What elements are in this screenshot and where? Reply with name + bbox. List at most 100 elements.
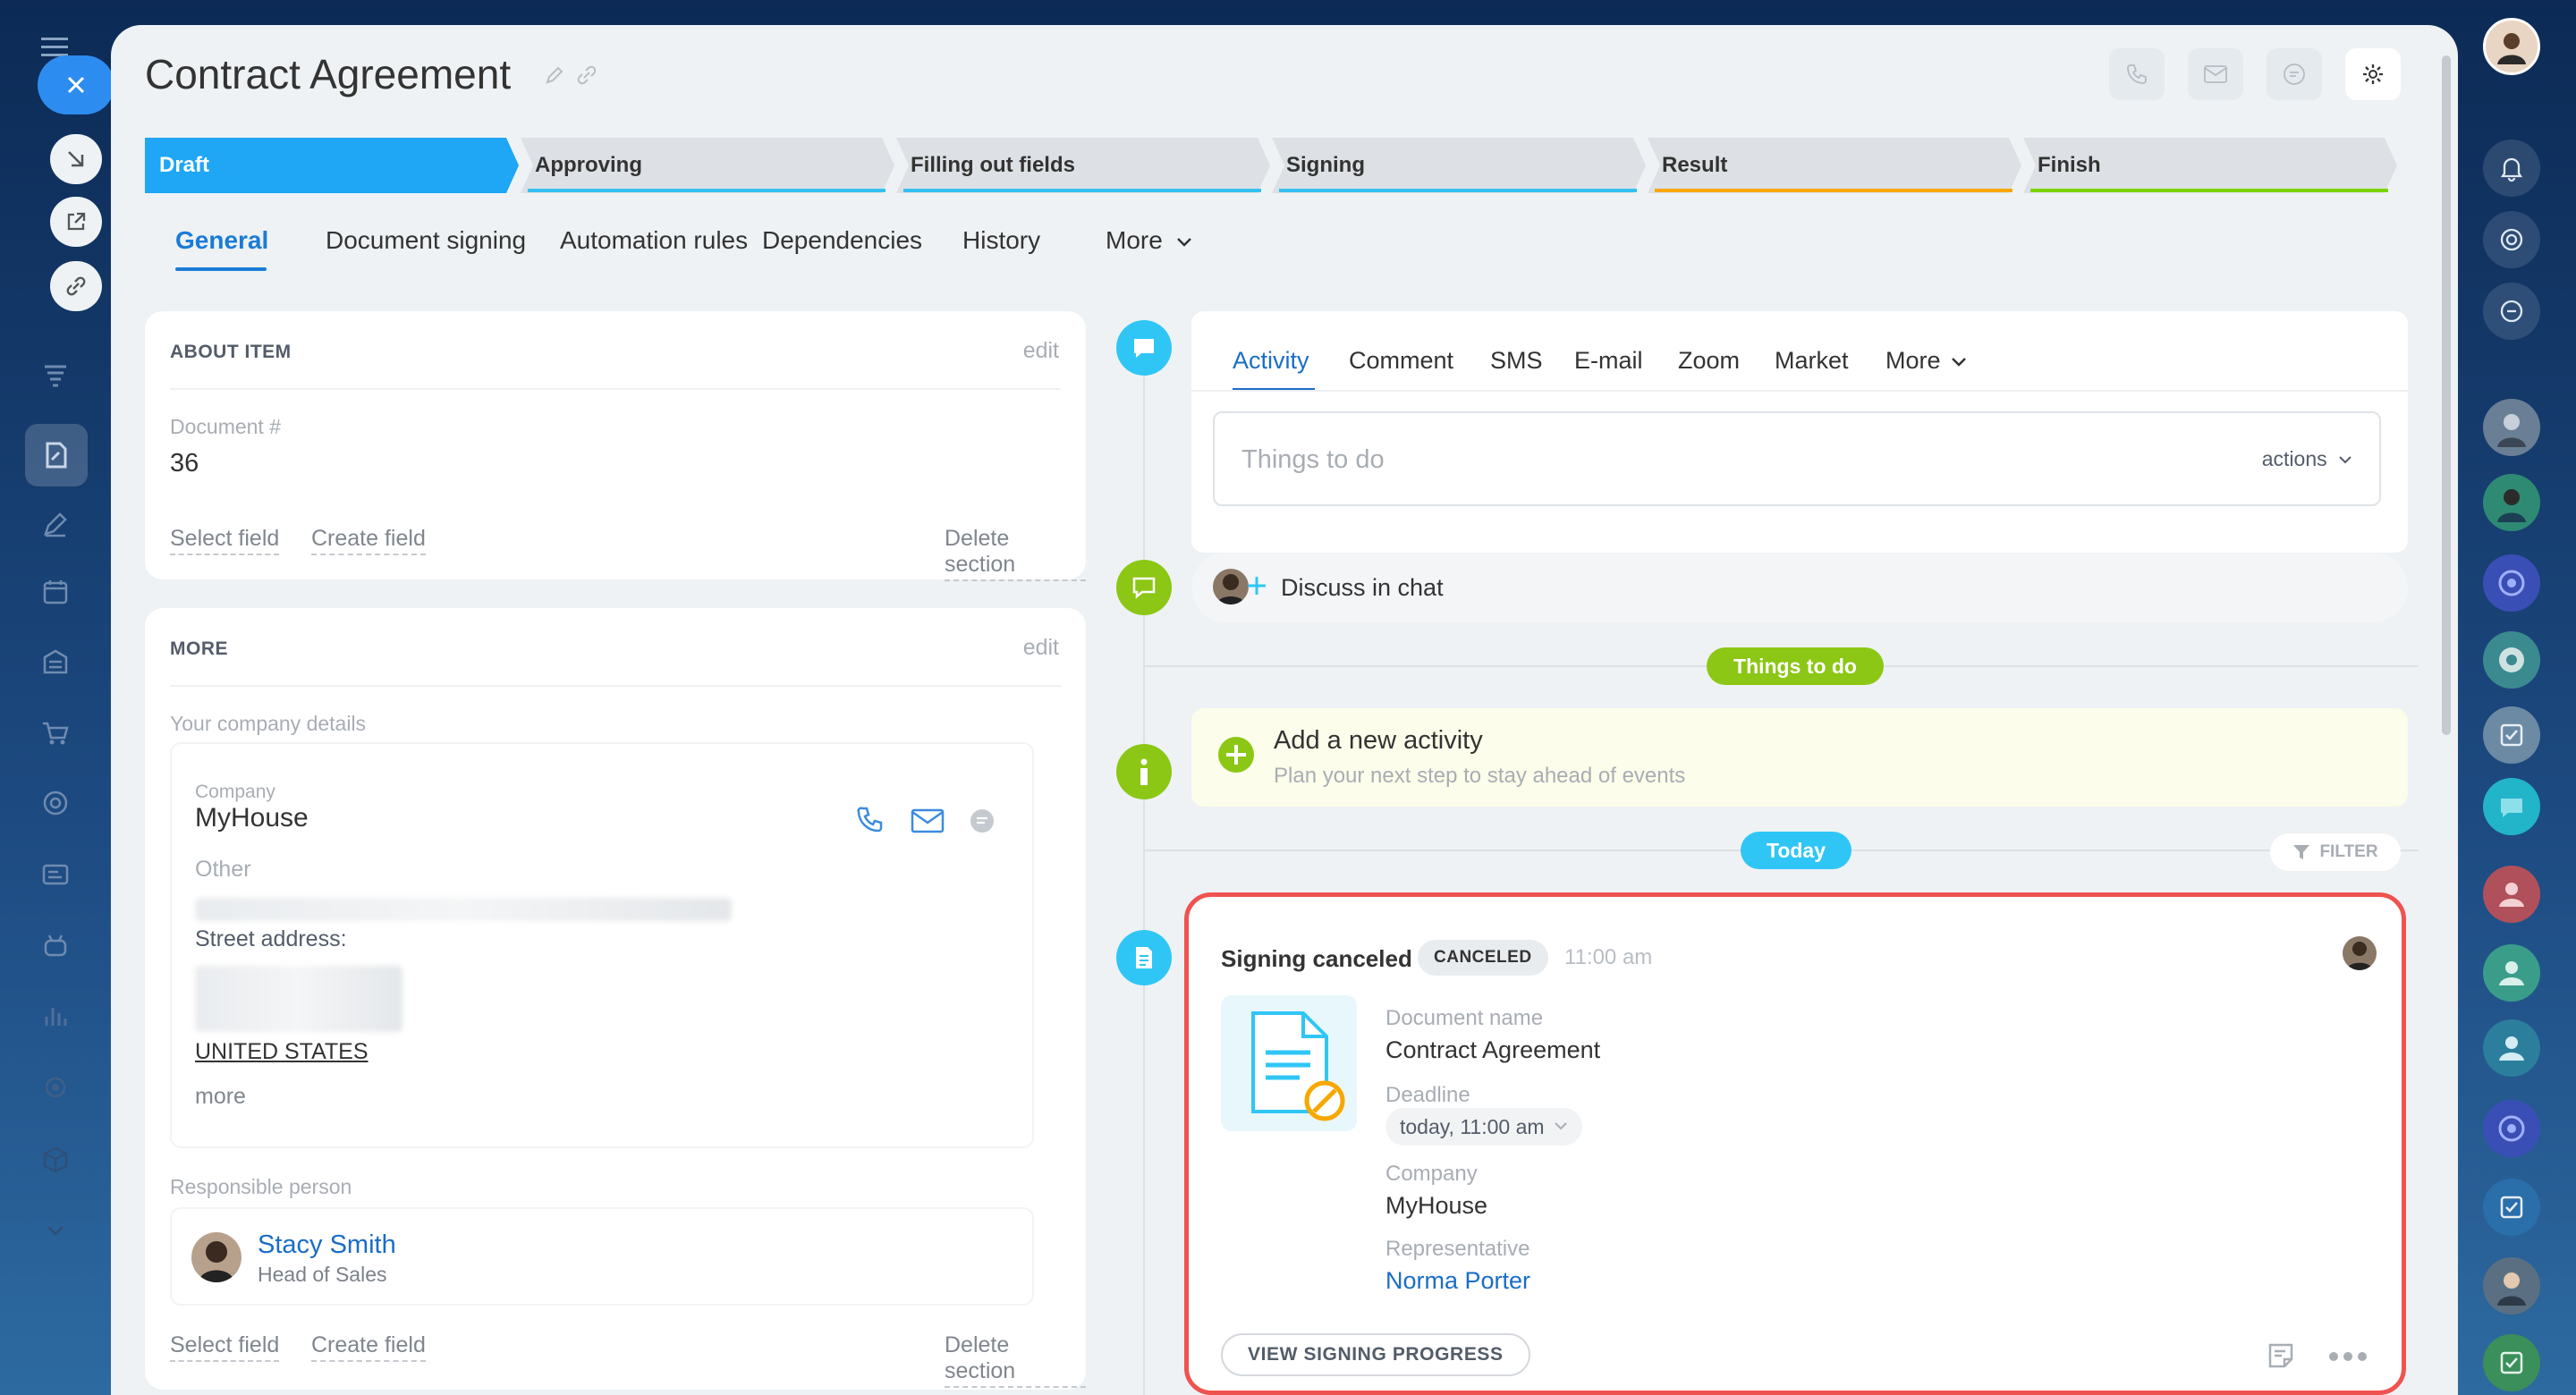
robot-icon[interactable]	[32, 923, 79, 969]
settings-sidebar-icon[interactable]	[32, 1064, 79, 1111]
stage-result[interactable]: Result	[1648, 138, 2021, 193]
openline-icon-2[interactable]	[2483, 1100, 2540, 1157]
representative-name[interactable]: Norma Porter	[1385, 1267, 1530, 1295]
tab-more[interactable]: More	[1106, 226, 1193, 255]
chat-search-icon[interactable]	[2483, 283, 2540, 340]
email-button[interactable]	[2188, 48, 2243, 100]
mail-icon[interactable]	[911, 808, 945, 833]
scrollbar[interactable]	[2442, 55, 2451, 735]
tab-general[interactable]: General	[175, 226, 268, 255]
create-field-link[interactable]: Create field	[311, 1332, 426, 1362]
calendar-icon[interactable]	[32, 569, 79, 615]
document-thumbnail	[1221, 995, 1357, 1131]
minimize-button[interactable]	[50, 134, 102, 184]
stage-draft[interactable]: Draft	[145, 138, 519, 193]
discuss-in-chat-row[interactable]: Discuss in chat	[1191, 553, 2408, 622]
add-activity-row[interactable]: Add a new activity Plan your next step t…	[1191, 708, 2408, 807]
deadline-value: today, 11:00 am	[1400, 1114, 1545, 1138]
delete-section-link[interactable]: Delete section	[945, 1332, 1086, 1388]
company-label: Company	[1385, 1162, 1478, 1186]
tasks-icon-2[interactable]	[2483, 1179, 2540, 1236]
chevron-down-icon[interactable]	[32, 1207, 79, 1254]
activity-tab-comment[interactable]: Comment	[1349, 347, 1453, 375]
divider	[1191, 390, 2408, 392]
group-chat-avatar-3[interactable]	[2483, 1019, 2540, 1077]
openline-icon[interactable]	[2483, 554, 2540, 612]
stage-filling-out-fields[interactable]: Filling out fields	[896, 138, 1270, 193]
note-icon[interactable]	[2266, 1340, 2296, 1371]
actions-dropdown[interactable]: actions	[2262, 447, 2352, 471]
activity-editor: Activity Comment SMS E-mail Zoom Market …	[1191, 311, 2408, 553]
target-icon[interactable]	[2483, 211, 2540, 268]
more-link[interactable]: more	[195, 1084, 246, 1110]
target-icon[interactable]	[32, 780, 79, 826]
things-to-do-input[interactable]: Things to do actions	[1213, 411, 2381, 506]
activity-tab-market[interactable]: Market	[1775, 347, 1849, 375]
edit-link[interactable]: edit	[1023, 338, 1059, 364]
link-icon[interactable]	[576, 64, 597, 86]
deadline-dropdown[interactable]: today, 11:00 am	[1385, 1108, 1582, 1146]
responsible-person-label: Responsible person	[170, 1175, 352, 1198]
activity-tab-zoom[interactable]: Zoom	[1678, 347, 1740, 375]
more-options-icon[interactable]	[2328, 1351, 2368, 1362]
tasks-icon-3[interactable]	[2483, 1334, 2540, 1391]
divider	[170, 685, 1061, 687]
settings-button[interactable]	[2345, 48, 2401, 100]
open-new-window-button[interactable]	[50, 197, 102, 247]
tasks-icon[interactable]	[2483, 706, 2540, 764]
copy-link-button[interactable]	[50, 261, 102, 311]
activity-tab-more[interactable]: More	[1885, 347, 1968, 375]
avatar[interactable]	[191, 1232, 242, 1282]
contact-avatar-2[interactable]	[2483, 474, 2540, 531]
menu-icon[interactable]	[41, 38, 68, 57]
person-name[interactable]: Stacy Smith	[258, 1230, 396, 1260]
chat-button[interactable]	[2267, 48, 2322, 100]
funnel-icon[interactable]	[32, 352, 79, 399]
country-value[interactable]: UNITED STATES	[195, 1039, 369, 1065]
storage-icon[interactable]	[32, 638, 79, 685]
activity-dot	[1116, 320, 1172, 376]
document-dot	[1116, 930, 1172, 985]
contacts-icon[interactable]	[32, 851, 79, 898]
cart-icon[interactable]	[32, 710, 79, 757]
group-chat-avatar-1[interactable]	[2483, 866, 2540, 923]
contact-avatar-3[interactable]	[2483, 1257, 2540, 1315]
create-field-link[interactable]: Create field	[311, 526, 426, 555]
tab-dependencies[interactable]: Dependencies	[762, 226, 922, 255]
activity-tab-sms[interactable]: SMS	[1490, 347, 1543, 375]
stage-approving[interactable]: Approving	[521, 138, 894, 193]
view-signing-progress-button[interactable]: VIEW SIGNING PROGRESS	[1221, 1333, 1530, 1376]
tab-document-signing[interactable]: Document signing	[326, 226, 526, 255]
close-button[interactable]	[38, 55, 114, 114]
delete-section-link[interactable]: Delete section	[945, 526, 1086, 581]
select-field-link[interactable]: Select field	[170, 526, 280, 555]
tab-history[interactable]: History	[962, 226, 1040, 255]
notifications-icon[interactable]	[2483, 140, 2540, 197]
tab-automation-rules[interactable]: Automation rules	[560, 226, 748, 255]
filter-button[interactable]: FILTER	[2270, 833, 2401, 871]
edit-title-icon[interactable]	[544, 64, 565, 86]
stage-finish[interactable]: Finish	[2023, 138, 2397, 193]
phone-icon[interactable]	[855, 805, 886, 835]
activity-tab-activity[interactable]: Activity	[1233, 347, 1309, 375]
chat-icon[interactable]	[968, 807, 996, 835]
timeline-line	[1143, 356, 1145, 1395]
tab-more-label: More	[1106, 226, 1163, 254]
person-role: Head of Sales	[258, 1263, 387, 1286]
contact-avatar-1[interactable]	[2483, 399, 2540, 456]
analytics-icon[interactable]	[32, 993, 79, 1039]
stage-signing[interactable]: Signing	[1272, 138, 1646, 193]
call-button[interactable]	[2109, 48, 2165, 100]
user-avatar[interactable]	[2483, 18, 2540, 75]
group-avatar[interactable]	[2483, 631, 2540, 689]
chat-icon[interactable]	[2483, 778, 2540, 835]
box-icon[interactable]	[32, 1136, 79, 1182]
edit-link[interactable]: edit	[1023, 635, 1059, 661]
avatar[interactable]	[2343, 936, 2377, 970]
select-field-link[interactable]: Select field	[170, 1332, 280, 1362]
documents-icon[interactable]	[25, 424, 88, 486]
pen-icon[interactable]	[32, 501, 79, 547]
group-chat-avatar-2[interactable]	[2483, 944, 2540, 1002]
activity-tab-email[interactable]: E-mail	[1574, 347, 1643, 375]
arrow-down-right-icon	[68, 151, 84, 167]
